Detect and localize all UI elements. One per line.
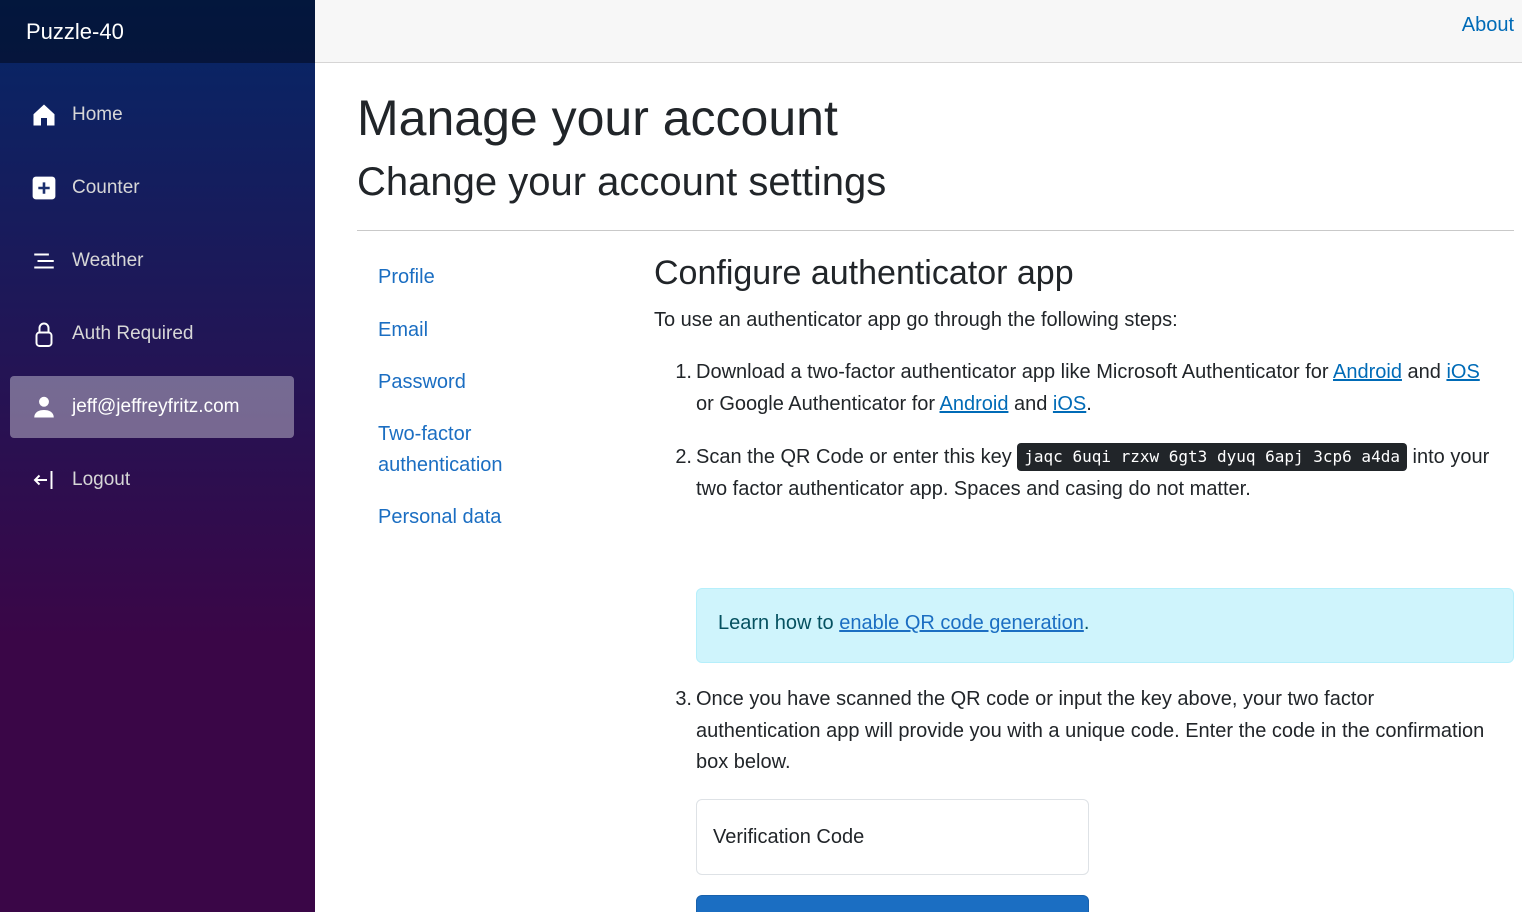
sidebar: Puzzle-40 Home Counter Weather Auth Requ…	[0, 0, 315, 912]
step-text-part: .	[1086, 392, 1092, 415]
verify-button[interactable]: Verify	[696, 895, 1089, 912]
subnav-email[interactable]: Email	[378, 315, 428, 346]
step-2: 2. Scan the QR Code or enter this key ja…	[670, 442, 1490, 505]
lock-icon	[30, 320, 58, 348]
step-text: Scan the QR Code or enter this key jaqc …	[696, 442, 1490, 505]
android-link-google[interactable]: Android	[940, 393, 1009, 415]
qr-generation-link[interactable]: enable QR code generation	[839, 612, 1084, 634]
step-text: Once you have scanned the QR code or inp…	[696, 688, 1485, 773]
app-brand-link[interactable]: Puzzle-40	[26, 19, 124, 45]
sidebar-item-label: Auth Required	[72, 323, 194, 344]
page-title: Manage your account	[357, 90, 838, 146]
list-icon	[30, 247, 58, 275]
step-text-part: Scan the QR Code or enter this key	[696, 446, 1018, 468]
ios-link-microsoft[interactable]: iOS	[1446, 361, 1479, 383]
alert-text: Learn how to	[718, 612, 840, 634]
verification-code-input[interactable]: Verification Code	[696, 799, 1089, 875]
shared-key: jaqc 6uqi rzxw 6gt3 dyuq 6apj 3cp6 a4da	[1017, 443, 1407, 471]
subnav-personal-data[interactable]: Personal data	[378, 502, 501, 533]
logout-icon	[30, 466, 58, 494]
step-text-part: Download a two-factor authenticator app …	[696, 361, 1334, 383]
step-text: Download a two-factor authenticator app …	[696, 357, 1490, 420]
ios-link-google[interactable]: iOS	[1053, 393, 1086, 415]
plus-square-icon	[30, 174, 58, 202]
step-3: 3. Once you have scanned the QR code or …	[670, 684, 1490, 779]
step-number: 1.	[675, 361, 692, 383]
subnav-password[interactable]: Password	[378, 367, 466, 398]
sidebar-item-label: Logout	[72, 469, 131, 490]
step-number: 3.	[675, 688, 692, 710]
alert-text: .	[1083, 612, 1090, 634]
sidebar-item-account[interactable]: jeff@jeffreyfritz.com	[10, 376, 294, 438]
sidebar-item-auth-required[interactable]: Auth Required	[10, 303, 294, 365]
top-row: About	[315, 0, 1522, 63]
sidebar-item-label: Weather	[72, 250, 144, 271]
subnav-two-factor[interactable]: Two-factor	[378, 419, 471, 450]
divider	[357, 230, 1514, 231]
step-text-part: and	[1008, 392, 1053, 415]
about-link[interactable]: About	[1462, 14, 1514, 37]
android-link-microsoft[interactable]: Android	[1333, 361, 1402, 383]
verification-placeholder: Verification Code	[713, 825, 865, 848]
person-icon	[30, 393, 58, 421]
sidebar-item-label: Home	[72, 104, 123, 125]
step-1: 1. Download a two-factor authenticator a…	[670, 357, 1490, 420]
sidebar-item-logout[interactable]: Logout	[10, 449, 294, 511]
step-text-part: or Google Authenticator for	[696, 392, 940, 415]
sidebar-item-label: Counter	[72, 177, 140, 198]
brand-bar: Puzzle-40	[0, 0, 315, 63]
subnav-two-factor[interactable]: authentication	[378, 450, 503, 481]
info-alert: Learn how to enable QR code generation.	[696, 588, 1514, 663]
intro-text: To use an authenticator app go through t…	[654, 309, 1178, 331]
page-subtitle: Change your account settings	[357, 160, 887, 204]
home-icon	[30, 101, 58, 129]
step-number: 2.	[675, 446, 692, 468]
sidebar-item-weather[interactable]: Weather	[10, 230, 294, 292]
sidebar-item-home[interactable]: Home	[10, 84, 294, 146]
sidebar-item-counter[interactable]: Counter	[10, 157, 294, 219]
sidebar-item-label: jeff@jeffreyfritz.com	[72, 396, 240, 417]
section-heading: Configure authenticator app	[654, 254, 1074, 292]
subnav-profile[interactable]: Profile	[378, 262, 435, 293]
step-text-part: and	[1401, 361, 1447, 383]
